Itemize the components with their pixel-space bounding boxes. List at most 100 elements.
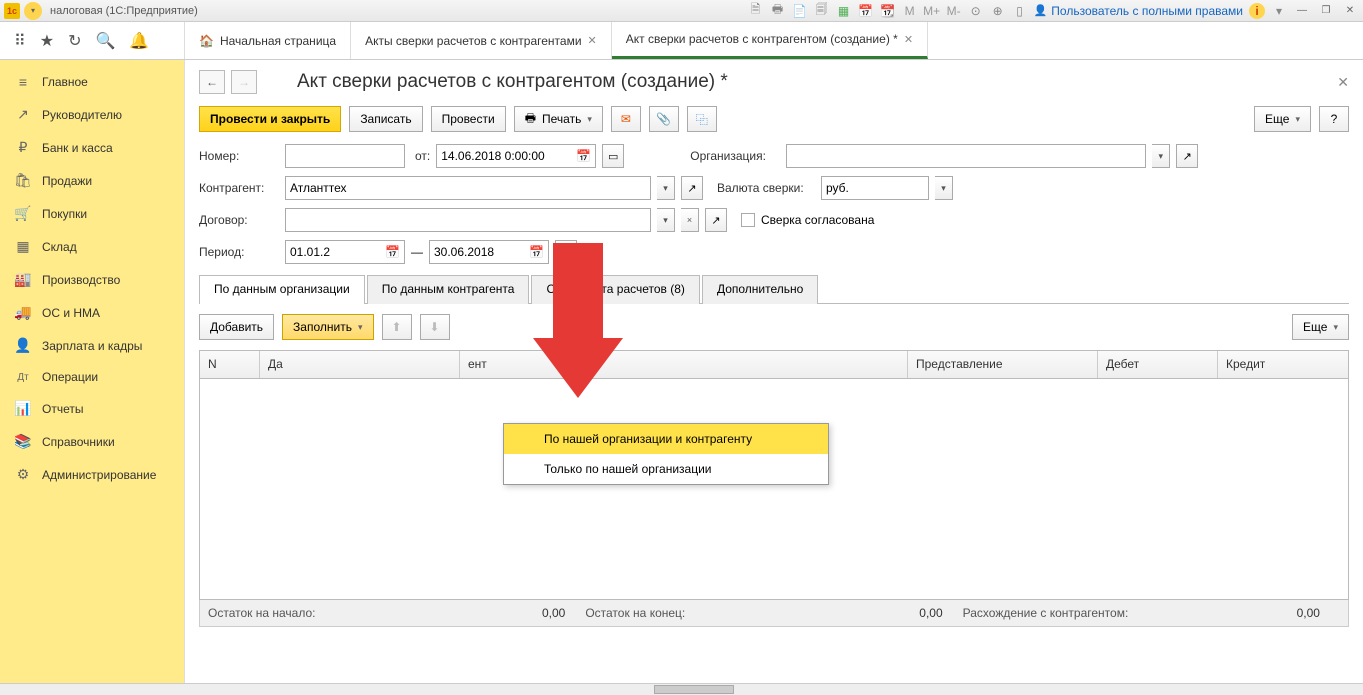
contract-input[interactable]	[285, 208, 651, 232]
history-icon[interactable]: ↻	[68, 31, 81, 51]
m-icon[interactable]: M	[902, 3, 918, 19]
calendar31-icon[interactable]: 📆	[880, 3, 896, 19]
col-deb[interactable]: Дебет	[1098, 351, 1218, 378]
sidebar-item-hr[interactable]: 👤Зарплата и кадры	[0, 329, 184, 362]
scrollbar-thumb[interactable]	[654, 685, 734, 694]
titlebar: 1c ▾ налоговая (1С:Предприятие) 🗎 🖶 📄 🗐 …	[0, 0, 1363, 22]
close-icon[interactable]: ✕	[904, 33, 913, 46]
post-button[interactable]: Провести	[431, 106, 506, 132]
number-input[interactable]	[285, 144, 405, 168]
date-input[interactable]: 14.06.2018 0:00:00📅	[436, 144, 596, 168]
zoom-icon[interactable]: ⊕	[990, 3, 1006, 19]
period-picker-button[interactable]: ...	[555, 240, 577, 264]
compare-icon[interactable]: 🗐	[814, 3, 830, 19]
calc-icon[interactable]: ▦	[836, 3, 852, 19]
fill-button[interactable]: Заполнить▾	[282, 314, 373, 340]
tab-acts-list[interactable]: Акты сверки расчетов с контрагентами ✕	[351, 22, 612, 59]
doctab-org-data[interactable]: По данным организации	[199, 275, 365, 304]
doctab-additional[interactable]: Дополнительно	[702, 275, 818, 304]
file-icon[interactable]: 🗎	[748, 3, 764, 19]
calendar-icon[interactable]: 📅	[858, 3, 874, 19]
contractor-dropdown-button[interactable]: ▾	[657, 176, 675, 200]
contract-clear-button[interactable]: ×	[681, 208, 699, 232]
apps-icon[interactable]: ⠿	[14, 31, 26, 51]
close-button[interactable]: ✕	[1341, 4, 1359, 18]
nav-forward-button[interactable]: →	[231, 70, 257, 94]
help-button[interactable]: ?	[1319, 106, 1349, 132]
currency-input[interactable]: руб.	[821, 176, 929, 200]
tab-row: ⠿ ★ ↻ 🔍 🔔 🏠 Начальная страница Акты свер…	[0, 22, 1363, 60]
doctab-accounts[interactable]: Счета учета расчетов (8)	[531, 275, 699, 304]
mplus-icon[interactable]: M+	[924, 3, 940, 19]
sidebar-item-production[interactable]: 🏭Производство	[0, 263, 184, 296]
col-date[interactable]: Да	[260, 351, 460, 378]
table-body[interactable]	[200, 379, 1348, 599]
tab-home[interactable]: 🏠 Начальная страница	[185, 22, 351, 59]
doc-icon[interactable]: 📄	[792, 3, 808, 19]
sidebar-item-bank[interactable]: ₽Банк и касса	[0, 131, 184, 164]
bell-icon[interactable]: 🔔	[129, 31, 149, 51]
period-to-input[interactable]: 30.06.2018📅	[429, 240, 549, 264]
col-n[interactable]: N	[200, 351, 260, 378]
panel-icon[interactable]: ▯	[1012, 3, 1028, 19]
nav-back-button[interactable]: ←	[199, 70, 225, 94]
print-icon[interactable]: 🖶	[770, 3, 786, 19]
contractor-open-button[interactable]: ↗	[681, 176, 703, 200]
col-cred[interactable]: Кредит	[1218, 351, 1348, 378]
move-up-button[interactable]: ⬆	[382, 314, 412, 340]
col-rep[interactable]: Представление	[908, 351, 1098, 378]
fill-dropdown-menu: По нашей организации и контрагенту Тольк…	[503, 423, 829, 485]
print-button[interactable]: 🖶Печать▾	[514, 106, 603, 132]
diff-value: 0,00	[1280, 606, 1340, 620]
org-input[interactable]	[786, 144, 1146, 168]
app-menu-dropdown[interactable]: ▾	[24, 2, 42, 20]
currency-dropdown-button[interactable]: ▾	[935, 176, 953, 200]
menu-item-org-and-contractor[interactable]: По нашей организации и контрагенту	[504, 424, 828, 454]
sidebar-item-sales[interactable]: 🛍Продажи	[0, 164, 184, 197]
currency-label: Валюта сверки:	[717, 181, 815, 195]
col-doc[interactable]: ент	[460, 351, 908, 378]
contract-open-button[interactable]: ↗	[705, 208, 727, 232]
move-down-button[interactable]: ⬇	[420, 314, 450, 340]
sidebar-item-assets[interactable]: 🚚ОС и НМА	[0, 296, 184, 329]
contractor-input[interactable]: Атланттех	[285, 176, 651, 200]
doctab-contractor-data[interactable]: По данным контрагента	[367, 275, 530, 304]
info-dd-icon[interactable]: ▾	[1271, 3, 1287, 19]
attach-button[interactable]: 📎	[649, 106, 679, 132]
org-dropdown-button[interactable]: ▾	[1152, 144, 1170, 168]
menu-item-only-org[interactable]: Только по нашей организации	[504, 454, 828, 484]
user-label[interactable]: 👤 Пользователь с полными правами	[1034, 4, 1243, 18]
sidebar-item-purchases[interactable]: 🛒Покупки	[0, 197, 184, 230]
post-close-button[interactable]: Провести и закрыть	[199, 106, 341, 132]
info-icon[interactable]: i	[1249, 3, 1265, 19]
sidebar-item-catalogs[interactable]: 📚Справочники	[0, 425, 184, 458]
horizontal-scrollbar[interactable]	[0, 683, 1363, 695]
org-open-button[interactable]: ↗	[1176, 144, 1198, 168]
more-button[interactable]: Еще▾	[1254, 106, 1311, 132]
sidebar-item-stock[interactable]: ▦Склад	[0, 230, 184, 263]
back-icon[interactable]: ⊙	[968, 3, 984, 19]
star-icon[interactable]: ★	[40, 31, 54, 51]
structure-button[interactable]: ⿻	[687, 106, 717, 132]
close-doc-button[interactable]: ✕	[1337, 74, 1349, 91]
doc-status-button[interactable]: ▭	[602, 144, 624, 168]
close-icon[interactable]: ✕	[588, 34, 597, 47]
agreed-checkbox[interactable]	[741, 213, 755, 227]
contract-dropdown-button[interactable]: ▾	[657, 208, 675, 232]
sidebar-item-main[interactable]: ≡Главное	[0, 66, 184, 98]
restore-button[interactable]: ❐	[1317, 4, 1335, 18]
save-button[interactable]: Записать	[349, 106, 422, 132]
sidebar-item-operations[interactable]: ДтОперации	[0, 362, 184, 392]
add-row-button[interactable]: Добавить	[199, 314, 274, 340]
mminus-icon[interactable]: M-	[946, 3, 962, 19]
sidebar-item-manager[interactable]: ↗Руководителю	[0, 98, 184, 131]
tab-act-create[interactable]: Акт сверки расчетов с контрагентом (созд…	[612, 22, 928, 59]
period-from-input[interactable]: 01.01.2📅	[285, 240, 405, 264]
minimize-button[interactable]: —	[1293, 4, 1311, 18]
sidebar-item-reports[interactable]: 📊Отчеты	[0, 392, 184, 425]
boxes-icon: ▦	[14, 238, 32, 255]
table-more-button[interactable]: Еще▾	[1292, 314, 1349, 340]
email-button[interactable]: ✉	[611, 106, 641, 132]
search-icon[interactable]: 🔍	[95, 31, 115, 51]
sidebar-item-admin[interactable]: ⚙Администрирование	[0, 458, 184, 491]
